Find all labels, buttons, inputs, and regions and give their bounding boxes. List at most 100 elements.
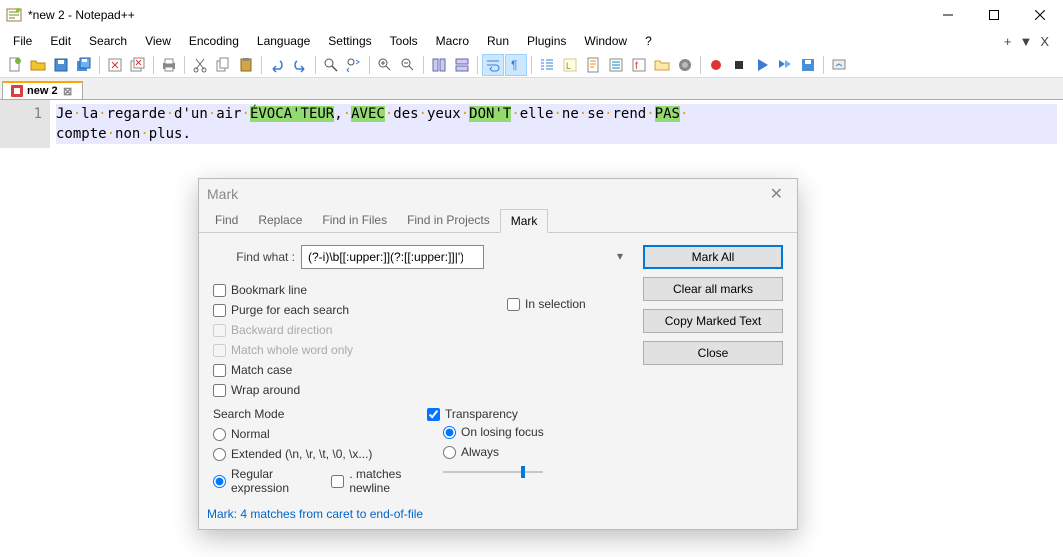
file-tab-new2[interactable]: new 2 ⊠ [2,81,83,99]
find-what-input[interactable] [301,245,484,269]
in-selection-checkbox[interactable]: In selection [507,297,627,311]
editor-area[interactable]: 1 Je·la·regarde·d'un·air·ÉVOCA'TEUR,·AVE… [0,100,1063,148]
stop-macro-icon[interactable] [728,54,750,76]
zoom-in-icon[interactable] [374,54,396,76]
record-macro-icon[interactable] [705,54,727,76]
window-controls [925,0,1063,30]
tab-find-in-files[interactable]: Find in Files [312,209,397,232]
mark-dialog: Mark ✕ Find Replace Find in Files Find i… [198,178,798,530]
purge-checkbox[interactable]: Purge for each search [213,303,507,317]
mode-regex-radio[interactable]: Regular expression . matches newline [213,467,427,495]
paste-icon[interactable] [235,54,257,76]
menu-run[interactable]: Run [478,31,518,51]
dialog-title-bar[interactable]: Mark ✕ [199,179,797,209]
transparency-slider[interactable] [443,463,543,481]
save-macro-icon[interactable] [797,54,819,76]
close-file-icon[interactable] [104,54,126,76]
menu-edit[interactable]: Edit [41,31,80,51]
word-wrap-icon[interactable] [482,54,504,76]
mark-all-button[interactable]: Mark All [643,245,783,269]
maximize-button[interactable] [971,0,1017,30]
close-all-icon[interactable] [127,54,149,76]
menu-language[interactable]: Language [248,31,319,51]
play-multi-icon[interactable] [774,54,796,76]
app-icon [6,7,22,23]
on-losing-focus-radio[interactable]: On losing focus [443,425,627,439]
wrap-around-checkbox[interactable]: Wrap around [213,383,507,397]
svg-text:L: L [566,61,571,71]
copy-marked-text-button[interactable]: Copy Marked Text [643,309,783,333]
matches-newline-checkbox[interactable] [331,475,344,488]
doc-map-icon[interactable] [582,54,604,76]
indent-guide-icon[interactable] [536,54,558,76]
tab-find-in-projects[interactable]: Find in Projects [397,209,500,232]
save-all-icon[interactable] [73,54,95,76]
play-macro-icon[interactable] [751,54,773,76]
code-content[interactable]: Je·la·regarde·d'un·air·ÉVOCA'TEUR,·AVEC·… [50,100,1063,148]
run-dialog-icon[interactable] [828,54,850,76]
copy-icon[interactable] [212,54,234,76]
menu-file[interactable]: File [4,31,41,51]
function-list-icon[interactable]: f [628,54,650,76]
tab-mark[interactable]: Mark [500,209,549,233]
match-case-checkbox[interactable]: Match case [213,363,507,377]
tab-close-icon[interactable]: ⊠ [62,85,74,97]
folder-workspace-icon[interactable] [651,54,673,76]
menu-search[interactable]: Search [80,31,136,51]
search-mode-label: Search Mode [213,407,427,421]
unsaved-indicator-icon [11,85,23,97]
menu-settings[interactable]: Settings [319,31,380,51]
show-all-chars-icon[interactable]: ¶ [505,54,527,76]
replace-icon[interactable] [343,54,365,76]
marked-text-2: AVEC [351,106,385,122]
menu-macro[interactable]: Macro [427,31,478,51]
transparency-checkbox[interactable]: Transparency [427,407,627,421]
dialog-status: Mark: 4 matches from caret to end-of-fil… [199,503,797,529]
zoom-out-icon[interactable] [397,54,419,76]
menubar-x[interactable]: X [1040,34,1049,49]
tab-replace[interactable]: Replace [248,209,312,232]
cut-icon[interactable] [189,54,211,76]
menu-window[interactable]: Window [575,31,636,51]
svg-text:¶: ¶ [511,58,517,72]
bookmark-line-checkbox[interactable]: Bookmark line [213,283,507,297]
minimize-button[interactable] [925,0,971,30]
tab-find[interactable]: Find [205,209,248,232]
close-dialog-button[interactable]: Close [643,341,783,365]
svg-text:f: f [635,61,638,72]
sync-v-icon[interactable] [428,54,450,76]
menu-tools[interactable]: Tools [381,31,427,51]
marked-text-3: DON'T [469,106,511,122]
menu-view[interactable]: View [136,31,180,51]
find-icon[interactable] [320,54,342,76]
title-bar: *new 2 - Notepad++ [0,0,1063,30]
sync-h-icon[interactable] [451,54,473,76]
monitoring-icon[interactable] [674,54,696,76]
backward-checkbox: Backward direction [213,323,507,337]
line-number-gutter: 1 [0,100,50,148]
always-radio[interactable]: Always [443,445,627,459]
print-icon[interactable] [158,54,180,76]
menu-bar: File Edit Search View Encoding Language … [0,30,1063,52]
dialog-title: Mark [207,186,238,202]
menu-help[interactable]: ? [636,31,661,51]
undo-icon[interactable] [266,54,288,76]
close-button[interactable] [1017,0,1063,30]
new-file-icon[interactable] [4,54,26,76]
open-file-icon[interactable] [27,54,49,76]
clear-all-marks-button[interactable]: Clear all marks [643,277,783,301]
dropdown-icon: ▾ [617,249,623,263]
menubar-plus[interactable]: + [1004,34,1012,49]
save-icon[interactable] [50,54,72,76]
toolbar: ¶ L f [0,52,1063,78]
user-lang-icon[interactable]: L [559,54,581,76]
mode-extended-radio[interactable]: Extended (\n, \r, \t, \0, \x...) [213,447,427,461]
mode-normal-radio[interactable]: Normal [213,427,427,441]
doc-list-icon[interactable] [605,54,627,76]
menu-plugins[interactable]: Plugins [518,31,575,51]
dialog-close-icon[interactable]: ✕ [764,184,789,204]
menubar-dropdown[interactable]: ▼ [1019,34,1032,49]
redo-icon[interactable] [289,54,311,76]
menu-encoding[interactable]: Encoding [180,31,248,51]
marked-text-4: PAS [655,106,680,122]
